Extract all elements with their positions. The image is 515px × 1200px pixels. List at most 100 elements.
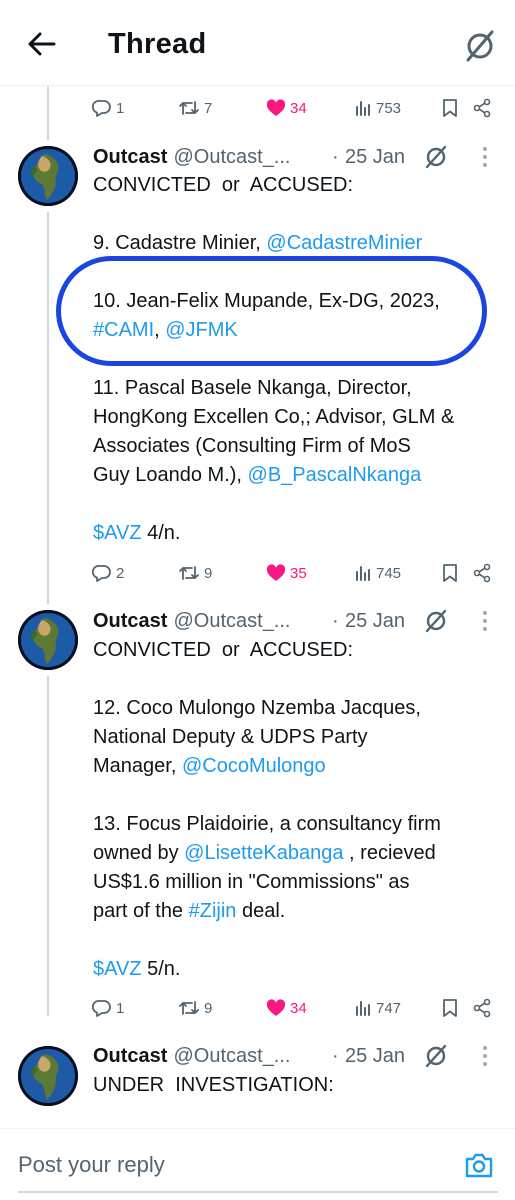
author-name[interactable]: Outcast: [93, 146, 167, 168]
thread-line: [47, 86, 49, 140]
globe-avatar-icon: [18, 1046, 78, 1106]
list-item-continued: Associates (Consulting Firm of MoS: [93, 435, 411, 457]
tweet-heading: CONVICTED or ACCUSED:: [93, 174, 354, 196]
grok-icon[interactable]: [423, 144, 449, 170]
repost-button[interactable]: 9: [178, 993, 212, 1023]
more-dot: [483, 1046, 487, 1050]
like-button[interactable]: 34: [266, 93, 307, 123]
cashtag-link[interactable]: $AVZ: [93, 522, 142, 544]
like-button[interactable]: 35: [266, 558, 307, 588]
bookmark-button[interactable]: [442, 558, 458, 588]
more-dot: [483, 1062, 487, 1066]
item-text: , recieved: [343, 842, 436, 864]
grok-button[interactable]: [460, 26, 500, 66]
reply-icon: [92, 100, 111, 117]
mention-link[interactable]: @CocoMulongo: [182, 755, 326, 777]
heart-filled-icon: [266, 999, 286, 1016]
share-button[interactable]: [472, 558, 492, 588]
tweet-text: UNDER INVESTIGATION:: [93, 1071, 503, 1100]
author-name[interactable]: Outcast: [93, 610, 167, 632]
more-options-button[interactable]: [477, 142, 493, 172]
list-item-continued: owned by @LisetteKabanga , recieved: [93, 839, 503, 868]
more-dot: [483, 147, 487, 151]
repost-button[interactable]: 9: [178, 558, 212, 588]
input-underline: [18, 1191, 498, 1193]
mention-link[interactable]: @CadastreMinier: [266, 232, 422, 254]
tweet-actions: 1 9 34 747: [92, 993, 497, 1023]
views-button[interactable]: 753: [354, 93, 401, 123]
cashtag-link[interactable]: $AVZ: [93, 958, 142, 980]
mention-link[interactable]: @B_PascalNkanga: [248, 464, 422, 486]
views-button[interactable]: 747: [354, 993, 401, 1023]
grok-icon[interactable]: [423, 608, 449, 634]
reply-button[interactable]: 1: [92, 93, 124, 123]
views-button[interactable]: 745: [354, 558, 401, 588]
timestamp[interactable]: 25 Jan: [345, 606, 405, 636]
bookmark-button[interactable]: [442, 993, 458, 1023]
thread-counter: 5/n.: [141, 958, 181, 980]
avatar[interactable]: [18, 1046, 78, 1106]
bookmark-icon: [443, 99, 457, 117]
globe-avatar-icon: [18, 146, 78, 206]
reply-input[interactable]: Post your reply: [18, 1145, 418, 1185]
repost-button[interactable]: 7: [178, 93, 212, 123]
views-count: 747: [376, 999, 402, 1017]
bookmark-icon: [443, 564, 457, 582]
tweet-header: Outcast @Outcast_... · 25 Jan: [93, 142, 503, 172]
author-handle[interactable]: @Outcast_...: [173, 146, 290, 168]
back-button[interactable]: [24, 26, 60, 62]
item-text: Manager,: [93, 755, 182, 777]
views-icon: [356, 101, 370, 116]
item-text: owned by: [93, 842, 185, 864]
thread-line: [47, 676, 49, 1016]
more-dot: [483, 163, 487, 167]
repost-count: 7: [204, 99, 213, 117]
views-count: 745: [376, 564, 402, 582]
reply-button[interactable]: 2: [92, 558, 124, 588]
tweet-footer: $AVZ 4/n.: [93, 519, 503, 548]
list-item: 11. Pascal Basele Nkanga, Director,: [93, 377, 412, 399]
list-item-continued: part of the #Zijin deal.: [93, 897, 503, 926]
timestamp[interactable]: 25 Jan: [345, 142, 405, 172]
hashtag-link[interactable]: #Zijin: [189, 900, 237, 922]
more-dot: [483, 619, 487, 623]
camera-button[interactable]: [461, 1147, 497, 1183]
author-handle[interactable]: @Outcast_...: [173, 1045, 290, 1067]
like-button[interactable]: 34: [266, 993, 307, 1023]
list-item: 9. Cadastre Minier, @CadastreMinier: [93, 229, 503, 258]
bookmark-icon: [443, 999, 457, 1017]
timestamp[interactable]: 25 Jan: [345, 1041, 405, 1071]
hashtag-link[interactable]: #CAMI: [93, 319, 154, 341]
thread-counter: 4/n.: [141, 522, 181, 544]
page-title: Thread: [108, 28, 207, 60]
reply-button[interactable]: 1: [92, 993, 124, 1023]
mention-link[interactable]: @JFMK: [165, 319, 238, 341]
grok-icon: [466, 30, 494, 62]
grok-icon[interactable]: [423, 1043, 449, 1069]
like-count: 35: [290, 564, 307, 582]
reply-icon: [92, 1000, 111, 1017]
more-dot: [483, 1054, 487, 1058]
mention-link[interactable]: @LisetteKabanga: [184, 842, 343, 864]
avatar[interactable]: [18, 146, 78, 206]
camera-icon: [465, 1153, 493, 1178]
reply-count: 2: [116, 564, 125, 582]
more-options-button[interactable]: [477, 1041, 493, 1071]
more-dot: [483, 627, 487, 631]
views-icon: [356, 566, 370, 581]
item-text: 9. Cadastre Minier,: [93, 232, 267, 254]
list-item: 10. Jean-Felix Mupande, Ex-DG, 2023,: [93, 290, 440, 312]
author-name[interactable]: Outcast: [93, 1045, 167, 1067]
author-handle[interactable]: @Outcast_...: [173, 610, 290, 632]
tweet-footer: $AVZ 5/n.: [93, 955, 503, 984]
share-button[interactable]: [472, 993, 492, 1023]
tweet-header: Outcast @Outcast_... · 25 Jan: [93, 606, 503, 636]
separator-dot: ·: [332, 146, 339, 168]
more-options-button[interactable]: [477, 606, 493, 636]
share-button[interactable]: [472, 93, 492, 123]
repost-icon: [179, 1001, 199, 1015]
avatar[interactable]: [18, 610, 78, 670]
reply-composer: Post your reply: [0, 1128, 515, 1200]
separator-text: ,: [154, 319, 166, 341]
bookmark-button[interactable]: [442, 93, 458, 123]
